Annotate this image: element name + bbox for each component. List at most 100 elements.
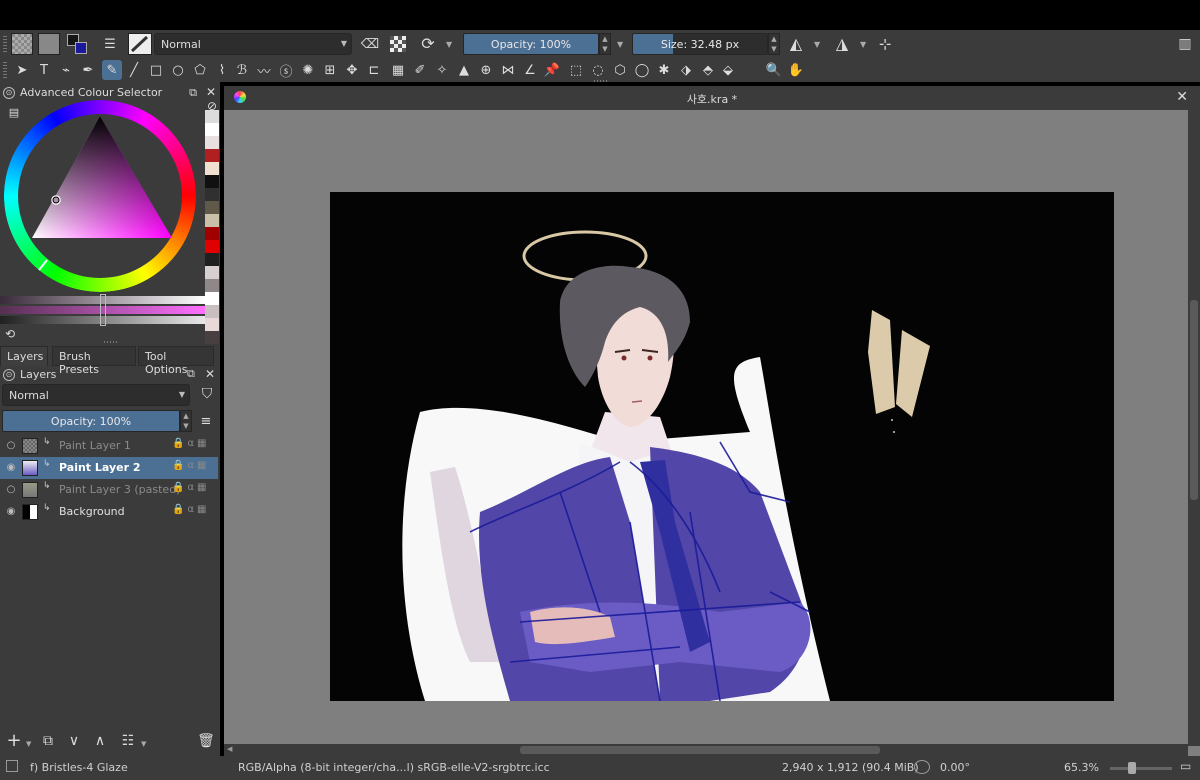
calligraphy-tool-icon[interactable]: ✒ — [78, 60, 98, 80]
history-colour-swatch[interactable] — [205, 240, 219, 253]
smart-patch-tool-icon[interactable]: ✧ — [432, 60, 452, 80]
layer-row[interactable]: ○ ↳ Paint Layer 1 🔒α▦ — [0, 435, 218, 457]
preserve-alpha-icon[interactable] — [390, 36, 406, 52]
workspace-chooser-icon[interactable]: ▥ — [1175, 34, 1195, 54]
mirror-v-dropdown[interactable]: ▼ — [860, 40, 866, 49]
reload-preset-icon[interactable]: ⟳ — [418, 34, 438, 54]
layer-lock-alpha-icons[interactable]: 🔒α▦ — [172, 482, 210, 493]
fill-tool-icon[interactable]: ▲ — [454, 60, 474, 80]
layer-row[interactable]: ○ ↳ Paint Layer 3 (pasted) 🔒α▦ — [0, 479, 218, 501]
rotation-dial-icon[interactable] — [914, 760, 930, 774]
history-colour-swatch[interactable] — [205, 227, 219, 240]
ellipse-select-tool-icon[interactable]: ◌ — [588, 60, 608, 80]
layer-row[interactable]: ◉ ↳ Paint Layer 2 🔒α▦ — [0, 457, 218, 479]
colour-wheel[interactable] — [4, 100, 196, 292]
fg-bg-color-swatch[interactable] — [67, 34, 87, 54]
gradient-tool-icon[interactable]: ▦ — [388, 60, 408, 80]
reference-images-tool-icon[interactable]: 📌 — [542, 60, 562, 80]
history-colour-swatch[interactable] — [205, 292, 219, 305]
history-colour-swatch[interactable] — [205, 318, 219, 331]
polygon-tool-icon[interactable]: ⬠ — [190, 60, 210, 80]
eye-visible-icon[interactable]: ◉ — [5, 506, 17, 518]
gradient-swatch[interactable] — [38, 33, 60, 55]
slider-handle[interactable] — [100, 294, 106, 326]
history-colour-swatch[interactable] — [205, 253, 219, 266]
contiguous-select-tool-icon[interactable]: ✱ — [654, 60, 674, 80]
layer-blend-mode-dropdown[interactable]: Normal ▼ — [2, 384, 190, 406]
zoom-slider-handle[interactable] — [1128, 762, 1136, 774]
history-colour-swatch[interactable] — [205, 331, 219, 344]
history-colour-swatch[interactable] — [205, 188, 219, 201]
rect-select-tool-icon[interactable]: ⬚ — [566, 60, 586, 80]
layer-row[interactable]: ◉ ↳ Background 🔒α▦ — [0, 501, 218, 523]
move-layer-up-icon[interactable]: ∧ — [90, 731, 110, 751]
scroll-left-arrow[interactable]: ◀ — [227, 745, 232, 753]
history-colour-swatch[interactable] — [205, 201, 219, 214]
bezier-tool-icon[interactable]: ℬ — [232, 60, 252, 80]
tab-layers[interactable]: Layers — [0, 346, 48, 366]
vertical-scroll-thumb[interactable] — [1190, 300, 1198, 500]
history-colour-swatch[interactable] — [205, 110, 219, 123]
wrap-around-icon[interactable]: ⊹ — [875, 34, 895, 54]
eye-hidden-icon[interactable]: ○ — [5, 440, 17, 452]
similar-select-tool-icon[interactable]: ⬗ — [676, 60, 696, 80]
layer-lock-alpha-icons[interactable]: 🔒α▦ — [172, 504, 210, 515]
measure-tool-icon[interactable]: ∠ — [520, 60, 540, 80]
mirror-vertical-icon[interactable]: ◮ — [832, 34, 852, 54]
document-tab[interactable]: 사호.kra * ✕ — [224, 86, 1200, 110]
assistant-tool-icon[interactable]: ⋈ — [498, 60, 518, 80]
close-document-icon[interactable]: ✕ — [1176, 89, 1188, 105]
opacity-slider[interactable]: Opacity: 100% — [463, 33, 599, 55]
history-colour-swatch[interactable] — [205, 162, 219, 175]
layer-properties-icon[interactable]: ☷ — [118, 731, 138, 751]
mirror-h-dropdown[interactable]: ▼ — [814, 40, 820, 49]
freehand-select-tool-icon[interactable]: ◯ — [632, 60, 652, 80]
eye-visible-icon[interactable]: ◉ — [5, 462, 17, 474]
lock-icon[interactable]: ⊙ — [3, 87, 15, 99]
crop-tool-icon[interactable]: ⊏ — [364, 60, 384, 80]
horizontal-scroll-thumb[interactable] — [520, 746, 880, 754]
history-colour-swatch[interactable] — [205, 136, 219, 149]
move-layer-down-icon[interactable]: ∨ — [64, 731, 84, 751]
delete-layer-icon[interactable]: 🗑 — [196, 731, 216, 751]
toolbar-handle[interactable] — [3, 36, 7, 52]
mirror-horizontal-icon[interactable]: ◭ — [786, 34, 806, 54]
layer-properties-dropdown[interactable]: ▼ — [141, 740, 146, 748]
opacity-menu-arrow[interactable]: ▼ — [617, 40, 623, 49]
docker-splitter[interactable] — [104, 341, 118, 343]
tab-brush-presets[interactable]: Brush Presets — [52, 346, 136, 376]
size-spin[interactable]: ▲ ▼ — [768, 33, 780, 55]
history-colour-swatch[interactable] — [205, 266, 219, 279]
layers-lock-icon[interactable]: ⊙ — [3, 369, 15, 381]
ellipse-tool-icon[interactable]: ○ — [168, 60, 188, 80]
status-color-space[interactable]: RGB/Alpha (8-bit integer/cha...l) sRGB-e… — [238, 761, 550, 774]
brush-settings-icon[interactable]: ☰ — [100, 34, 120, 54]
bezier-select-tool-icon[interactable]: ⬘ — [698, 60, 718, 80]
layer-lock-alpha-icons[interactable]: 🔒α▦ — [172, 460, 210, 471]
line-tool-icon[interactable]: ╱ — [124, 60, 144, 80]
multibrush-tool-icon[interactable]: ✺ — [298, 60, 318, 80]
move-tool-icon[interactable]: ✥ — [342, 60, 362, 80]
history-colour-swatch[interactable] — [205, 305, 219, 318]
tab-tool-options[interactable]: Tool Options — [138, 346, 214, 376]
fullscreen-canvas-icon[interactable]: ▭ — [1180, 759, 1191, 773]
history-colour-swatch[interactable] — [205, 214, 219, 227]
float-layers-icon[interactable]: ⧉ — [187, 367, 195, 381]
history-colour-swatch[interactable] — [205, 175, 219, 188]
layer-opacity-spin[interactable]: ▲ ▼ — [180, 410, 192, 432]
freehand-path-tool-icon[interactable]: 〰 — [254, 60, 274, 80]
layer-opacity-slider[interactable]: Opacity: 100% — [2, 410, 180, 432]
zoom-slider[interactable] — [1110, 767, 1172, 770]
edit-shapes-tool-icon[interactable]: ⌁ — [56, 60, 76, 80]
rectangle-tool-icon[interactable]: □ — [146, 60, 166, 80]
toolbox-handle[interactable] — [3, 62, 7, 78]
refresh-icon[interactable]: ⟲ — [0, 324, 20, 344]
enclose-fill-tool-icon[interactable]: ⊕ — [476, 60, 496, 80]
freehand-brush-tool-icon[interactable]: ✎ — [102, 60, 122, 80]
dynamic-brush-tool-icon[interactable]: ⓢ — [276, 60, 296, 80]
opacity-spin[interactable]: ▲ ▼ — [599, 33, 611, 55]
add-layer-icon[interactable]: + — [4, 731, 24, 751]
eraser-icon[interactable]: ⌫ — [360, 34, 380, 54]
fill-pattern-swatch[interactable] — [11, 33, 33, 55]
color-picker-tool-icon[interactable]: ✐ — [410, 60, 430, 80]
